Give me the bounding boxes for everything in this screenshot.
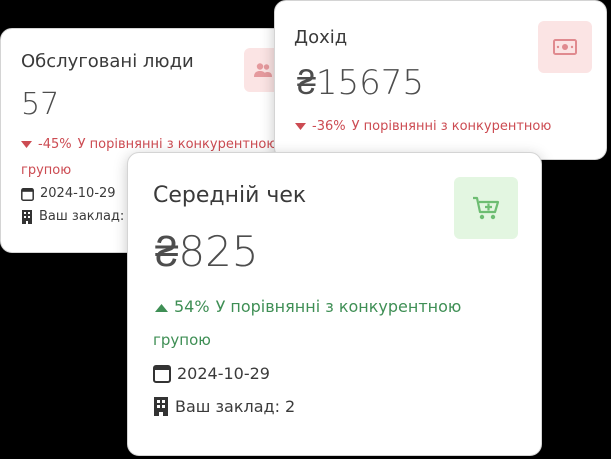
card-value: ₴15675 bbox=[297, 63, 425, 103]
cart-add-icon bbox=[454, 177, 518, 239]
date-row: 2024-10-29 bbox=[21, 186, 116, 201]
venue-value: Ваш заклад: 2 bbox=[175, 397, 296, 416]
comparison-label: У порівнянні з конкурентною bbox=[77, 137, 278, 152]
caret-up-icon bbox=[155, 297, 168, 316]
comparison-label: У порівнянні з конкурентною bbox=[351, 119, 552, 134]
calendar-icon bbox=[21, 187, 34, 201]
change-percent: -45% bbox=[38, 137, 72, 152]
cash-icon bbox=[538, 21, 592, 73]
comparison-label-line2: групою bbox=[21, 163, 72, 178]
change-percent: 54% bbox=[174, 297, 210, 316]
card-value: 57 bbox=[21, 87, 60, 122]
card-value: ₴825 bbox=[155, 227, 259, 276]
caret-down-icon bbox=[295, 119, 306, 134]
comparison-text: -36% У порівнянні з конкурентною bbox=[295, 119, 551, 134]
venue-row: Ваш заклад: 2 bbox=[21, 209, 137, 224]
venue-row: Ваш заклад: 2 bbox=[153, 397, 295, 416]
building-icon bbox=[22, 209, 32, 224]
comparison-label: У порівнянні з конкурентною bbox=[215, 297, 462, 316]
date-value: 2024-10-29 bbox=[40, 186, 116, 201]
card-title: Обслуговані люди bbox=[21, 51, 194, 72]
stat-card-income: Дохід ₴15675 -36% У порівнянні з конкурен… bbox=[274, 0, 607, 160]
card-title: Дохід bbox=[294, 27, 348, 48]
comparison-label-line2: групою bbox=[153, 331, 211, 349]
change-percent: -36% bbox=[312, 119, 346, 134]
date-value: 2024-10-29 bbox=[177, 364, 270, 383]
venue-value: Ваш заклад: 2 bbox=[39, 209, 137, 224]
calendar-icon bbox=[153, 365, 171, 383]
comparison-text: 54% У порівнянні з конкурентною bbox=[155, 297, 461, 316]
card-title: Середній чек bbox=[153, 183, 307, 208]
date-row: 2024-10-29 bbox=[153, 364, 270, 383]
stat-card-average-check: Середній чек ₴825 54% У порівнянні з конк… bbox=[127, 152, 542, 456]
comparison-text: -45% У порівнянні з конкурентною bbox=[21, 137, 277, 152]
caret-down-icon bbox=[21, 137, 32, 152]
building-icon bbox=[154, 397, 168, 416]
